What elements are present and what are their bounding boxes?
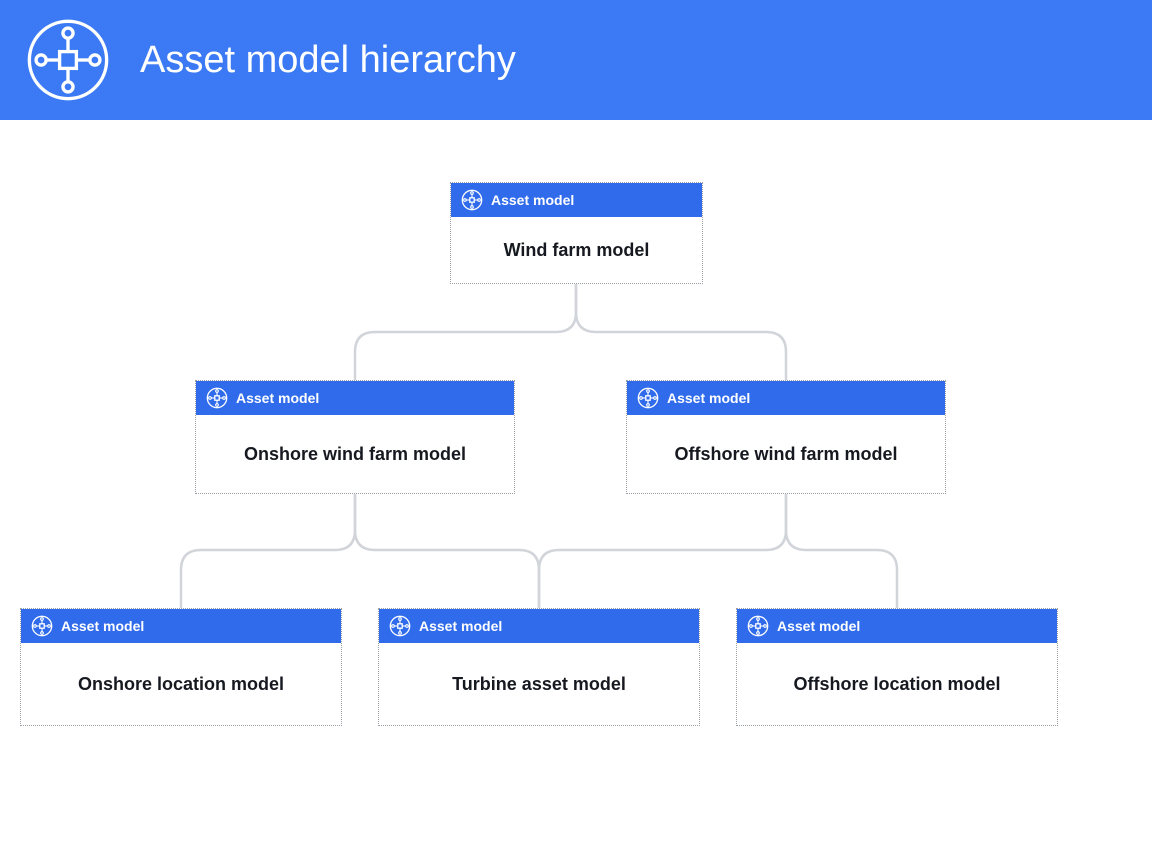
node-header: Asset model <box>196 381 514 415</box>
asset-model-icon <box>461 189 483 211</box>
node-type-label: Asset model <box>491 192 574 208</box>
node-type-label: Asset model <box>236 390 319 406</box>
node-wind-farm: Asset model Wind farm model <box>450 182 703 284</box>
node-offshore-wind-farm: Asset model Offshore wind farm model <box>626 380 946 494</box>
asset-model-icon <box>206 387 228 409</box>
asset-model-icon <box>747 615 769 637</box>
node-type-label: Asset model <box>667 390 750 406</box>
node-title: Onshore wind farm model <box>196 415 514 493</box>
hierarchy-icon <box>26 18 110 102</box>
asset-model-icon <box>389 615 411 637</box>
page-header: Asset model hierarchy <box>0 0 1152 120</box>
diagram-canvas: Asset model Wind farm model Asset model … <box>0 120 1152 856</box>
node-onshore-location: Asset model Onshore location model <box>20 608 342 726</box>
node-type-label: Asset model <box>777 618 860 634</box>
node-header: Asset model <box>21 609 341 643</box>
asset-model-icon <box>31 615 53 637</box>
node-header: Asset model <box>737 609 1057 643</box>
asset-model-icon <box>637 387 659 409</box>
node-type-label: Asset model <box>61 618 144 634</box>
node-header: Asset model <box>627 381 945 415</box>
node-header: Asset model <box>451 183 702 217</box>
node-title: Onshore location model <box>21 643 341 725</box>
node-title: Wind farm model <box>451 217 702 283</box>
node-title: Offshore wind farm model <box>627 415 945 493</box>
page-title: Asset model hierarchy <box>140 39 516 82</box>
node-type-label: Asset model <box>419 618 502 634</box>
node-offshore-location: Asset model Offshore location model <box>736 608 1058 726</box>
node-onshore-wind-farm: Asset model Onshore wind farm model <box>195 380 515 494</box>
node-turbine-asset: Asset model Turbine asset model <box>378 608 700 726</box>
node-header: Asset model <box>379 609 699 643</box>
node-title: Offshore location model <box>737 643 1057 725</box>
node-title: Turbine asset model <box>379 643 699 725</box>
